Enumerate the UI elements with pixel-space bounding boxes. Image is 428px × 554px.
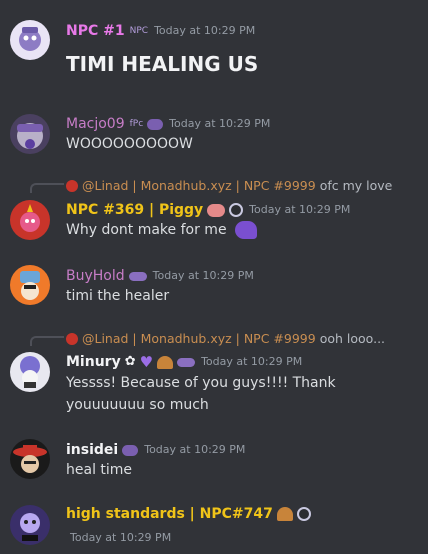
message-buyhold: BuyHold Today at 10:29 PM timi the heale…	[0, 262, 428, 318]
badge-icon: fPc	[129, 119, 144, 129]
timestamp: Today at 10:29 PM	[154, 24, 256, 37]
avatar[interactable]	[10, 352, 50, 392]
message-text-line-1: Yessss! Because of you guys!!!! Thank	[66, 375, 336, 391]
timestamp: Today at 10:29 PM	[144, 443, 246, 456]
reply-connector	[30, 336, 64, 346]
author-name[interactable]: Minury	[66, 353, 121, 371]
message-text-line-2: youuuuuuu so much	[66, 397, 209, 413]
message-macjo09: Macjo09 fPc Today at 10:29 PM WOOOOOOOOO…	[0, 100, 428, 160]
role-icon	[177, 357, 196, 367]
author-name[interactable]: NPC #369 | Piggy	[66, 201, 203, 219]
timestamp: Today at 10:29 PM	[70, 531, 172, 544]
skull-icon	[296, 507, 311, 521]
timestamp: Today at 10:29 PM	[169, 117, 271, 130]
author-name[interactable]: high standards | NPC#747	[66, 505, 273, 523]
message-text: TIMI HEALING US	[66, 52, 259, 76]
timestamp: Today at 10:29 PM	[249, 203, 351, 216]
message-body: Why dont make for me	[66, 219, 258, 241]
snail-icon	[157, 355, 174, 369]
skull-icon	[229, 203, 244, 217]
reply-avatar	[66, 333, 78, 345]
timestamp: Today at 10:29 PM	[152, 269, 254, 282]
role-icon	[128, 271, 147, 281]
message-text: timi the healer	[66, 288, 170, 304]
message-high-standards: high standards | NPC#747 Today at 10:29 …	[0, 498, 428, 554]
reply-text: ooh looo...	[319, 331, 386, 346]
author-name[interactable]: Macjo09	[66, 115, 125, 133]
emoji-icon	[235, 221, 258, 239]
reply-connector	[30, 183, 64, 193]
avatar[interactable]	[10, 200, 50, 240]
avatar[interactable]	[10, 265, 50, 305]
reply-text: ofc my love	[319, 178, 393, 193]
reply-author[interactable]: @Linad | Monadhub.xyz | NPC #9999	[82, 178, 316, 193]
role-icon	[147, 118, 164, 130]
npc-badge-icon: NPC	[129, 26, 149, 36]
avatar[interactable]	[10, 114, 50, 154]
purple-heart-icon: ♥	[139, 353, 154, 371]
author-name[interactable]: insidei	[66, 441, 118, 459]
avatar[interactable]	[10, 505, 50, 545]
message-text: heal time	[66, 462, 133, 478]
author-name[interactable]: NPC #1	[66, 22, 125, 40]
reply-author[interactable]: @Linad | Monadhub.xyz | NPC #9999	[82, 331, 316, 346]
pig-icon	[207, 203, 226, 217]
flower-icon: ✿	[124, 354, 136, 369]
role-icon	[122, 444, 139, 456]
author-name[interactable]: BuyHold	[66, 267, 125, 285]
reply-preview[interactable]: @Linad | Monadhub.xyz | NPC #9999 ofc my…	[66, 178, 392, 194]
message-insidei: insidei Today at 10:29 PM heal time	[0, 432, 428, 488]
message-minury: @Linad | Monadhub.xyz | NPC #9999 ooh lo…	[0, 330, 428, 420]
message-text: WOOOOOOOOOW	[66, 136, 193, 152]
message-text: Why dont make for me	[66, 222, 227, 238]
timestamp: Today at 10:29 PM	[201, 355, 303, 368]
avatar[interactable]	[10, 20, 50, 60]
snail-icon	[276, 507, 293, 521]
reply-avatar	[66, 180, 78, 192]
message-npc369: @Linad | Monadhub.xyz | NPC #9999 ofc my…	[0, 176, 428, 248]
message-npc1: NPC #1 NPC Today at 10:29 PM TIMI HEALIN…	[0, 0, 428, 90]
reply-preview[interactable]: @Linad | Monadhub.xyz | NPC #9999 ooh lo…	[66, 331, 385, 347]
avatar[interactable]	[10, 439, 50, 479]
